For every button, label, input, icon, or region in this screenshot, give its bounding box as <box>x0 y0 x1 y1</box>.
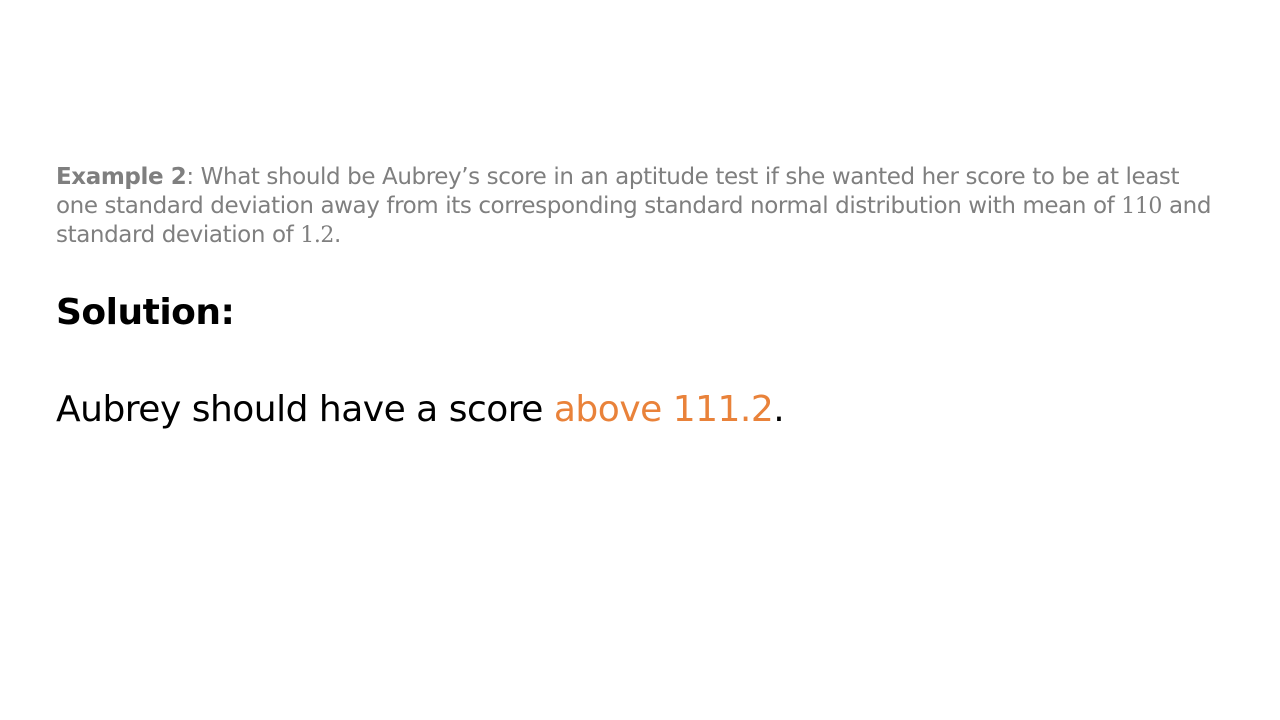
problem-text: What should be Aubrey’s score in an apti… <box>56 164 1180 219</box>
mean-value: 110 <box>1121 194 1163 219</box>
answer-line: Aubrey should have a score above 111.2. <box>56 385 785 435</box>
sd-value: 1.2 <box>300 223 335 248</box>
answer-highlight: above 111.2 <box>553 389 774 430</box>
example-label: Example 2 <box>56 164 187 190</box>
answer-prefix: Aubrey should have a score <box>56 389 554 430</box>
problem-statement: Example 2: What should be Aubrey’s score… <box>56 163 1216 250</box>
example-colon: : <box>186 164 201 190</box>
problem-end: . <box>334 222 341 248</box>
answer-suffix: . <box>773 389 785 430</box>
slide: Example 2: What should be Aubrey’s score… <box>0 0 1280 720</box>
solution-heading: Solution: <box>56 292 235 333</box>
